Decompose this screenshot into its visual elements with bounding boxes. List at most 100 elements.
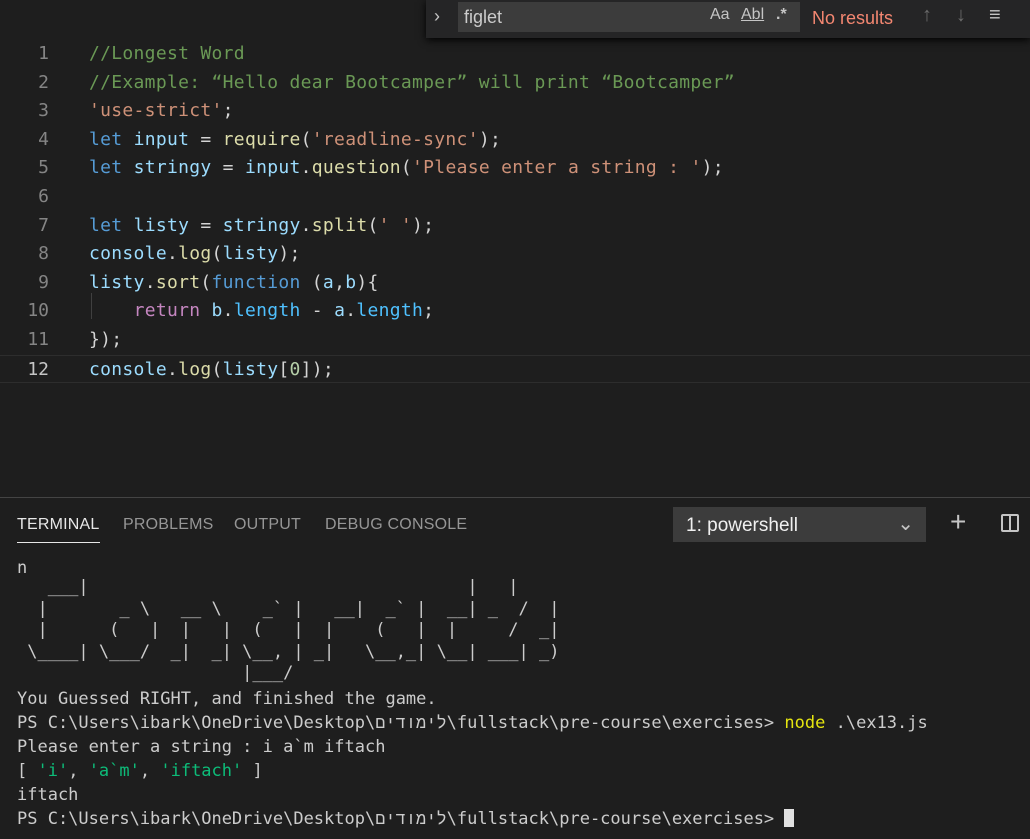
line-number: 6	[38, 186, 49, 207]
code-line[interactable]: 1 //Longest Word	[0, 40, 1030, 68]
code-token: .	[345, 300, 357, 322]
code-token: (	[211, 358, 223, 380]
arrow-up-icon[interactable]: ↑	[922, 4, 932, 27]
code-token: .	[144, 271, 156, 293]
command-node: node	[784, 712, 826, 733]
line-number: 2	[38, 71, 49, 93]
split-icon[interactable]	[1001, 514, 1019, 532]
code-token: listy	[222, 358, 279, 380]
code-token: length	[356, 300, 424, 322]
code-token: );	[478, 128, 502, 150]
code-line[interactable]: 7 let listy = stringy.split(' ');	[0, 212, 1030, 240]
code-line[interactable]: 8 console.log(listy);	[0, 240, 1030, 268]
code-token: (	[367, 214, 379, 236]
menu-icon[interactable]: ≡	[989, 4, 1001, 27]
code-token: 0	[289, 358, 301, 380]
code-token: =	[211, 157, 245, 179]
code-line[interactable]: 4 let input = require('readline-sync');	[0, 126, 1030, 154]
code-token: require	[222, 128, 301, 150]
code-token: (	[211, 243, 223, 265]
code-token: ;	[423, 300, 435, 322]
line-number: 10	[27, 300, 49, 322]
terminal-line: Please enter a string : i a`m iftach	[17, 736, 386, 757]
code-text: listy.sort(function (a,b){	[89, 272, 379, 293]
code-token: (	[200, 271, 212, 293]
code-line[interactable]: 10 return b.length - a.length;	[0, 297, 1030, 325]
code-token: //Longest Word	[89, 43, 245, 64]
code-token: console	[89, 358, 167, 380]
tab-output[interactable]: OUTPUT	[234, 516, 301, 534]
code-text: console.log(listy[0]);	[89, 359, 334, 380]
line-number: 11	[27, 329, 49, 350]
terminal-prompt: PS C:\Users\ibark\OneDrive\Desktop\לימוד…	[17, 711, 1030, 735]
code-token: b	[211, 300, 223, 322]
tab-problems[interactable]: PROBLEMS	[123, 516, 214, 534]
code-token: listy	[89, 271, 145, 293]
terminal-cursor	[784, 808, 795, 827]
chevron-down-icon: ⌄	[897, 513, 914, 535]
find-status: No results	[812, 8, 894, 28]
code-token: input	[133, 128, 190, 150]
code-token: =	[189, 128, 223, 150]
code-token: a	[334, 300, 346, 322]
figlet-line: | ( | | | ( | | ( | | / _|	[17, 620, 560, 640]
figlet-line: | _ \ __ \ _` | __| _` | __| _ / |	[17, 598, 560, 619]
terminal-line: iftach	[17, 784, 79, 805]
code-token: stringy	[133, 157, 212, 179]
code-token: stringy	[222, 214, 301, 236]
code-line[interactable]: 5 let stringy = input.question('Please en…	[0, 154, 1030, 182]
code-token: (	[300, 271, 323, 293]
code-line[interactable]: 9 listy.sort(function (a,b){	[0, 269, 1030, 297]
code-editor[interactable]: 1 //Longest Word 2 //Example: “Hello dear B…	[0, 0, 1030, 497]
line-number: 5	[38, 157, 49, 179]
code-text: });	[89, 329, 122, 350]
code-text: //Example: “Hello dear Bootcamper” will …	[89, 72, 735, 93]
code-token: //Example: “Hello dear Bootcamper” will …	[89, 71, 735, 93]
command-arg: .\ex13.js	[835, 712, 928, 733]
match-case-icon[interactable]: Aa	[710, 6, 730, 24]
code-token: log	[178, 243, 212, 265]
code-line[interactable]: 2 //Example: “Hello dear Bootcamper” will…	[0, 69, 1030, 97]
code-token: );	[412, 214, 435, 236]
code-token: function	[211, 271, 301, 293]
regex-icon[interactable]: .*	[776, 6, 787, 24]
chevron-right-icon[interactable]: ›	[434, 6, 454, 30]
code-line[interactable]: 3 'use-strict';	[0, 97, 1030, 125]
array-item: 'iftach'	[160, 760, 243, 781]
code-token: console	[89, 243, 167, 265]
code-line[interactable]: 6	[0, 183, 1030, 211]
code-token: length	[233, 300, 301, 322]
code-line[interactable]: 11});	[0, 326, 1030, 354]
code-token: a	[322, 271, 335, 293]
code-token: return	[133, 300, 212, 322]
line-number: 4	[38, 128, 49, 150]
code-token: listy	[222, 243, 279, 265]
code-token: listy	[133, 214, 190, 236]
code-token: (	[400, 157, 413, 179]
code-token: [	[278, 358, 290, 380]
line-number: 8	[38, 243, 49, 265]
code-token: 'Please enter a string : '	[412, 157, 702, 179]
code-line[interactable]: 12 console.log(listy[0]);	[0, 354, 1030, 383]
panel-tabs: TERMINAL PROBLEMS OUTPUT DEBUG CONSOLE	[0, 498, 660, 548]
terminal-line: You Guessed RIGHT, and finished the game…	[17, 688, 437, 709]
terminal-prompt: PS C:\Users\ibark\OneDrive\Desktop\לימוד…	[17, 807, 1030, 831]
whole-word-icon[interactable]: Abl	[741, 6, 764, 24]
code-token: log	[178, 358, 212, 380]
terminal-select[interactable]: 1: powershell ⌄	[673, 507, 926, 542]
code-token: sort	[155, 271, 201, 293]
code-token: );	[278, 243, 301, 265]
array-item: 'a`m'	[88, 760, 140, 781]
arrow-down-icon[interactable]: ↓	[956, 4, 966, 27]
code-text: 'use-strict';	[89, 100, 234, 121]
terminal-output[interactable]: n ___| | | | _ \ __ \ _` | __| _` | __| …	[17, 556, 1030, 831]
code-text: let listy = stringy.split(' ');	[89, 215, 434, 236]
code-token: let	[89, 128, 134, 150]
line-number: 7	[38, 214, 49, 236]
tab-terminal[interactable]: TERMINAL	[17, 516, 100, 543]
code-token: split	[311, 214, 368, 236]
tab-debug-console[interactable]: DEBUG CONSOLE	[325, 516, 467, 534]
plus-icon[interactable]: +	[950, 508, 966, 536]
code-token: ){	[356, 271, 379, 293]
prompt-path: PS C:\Users\ibark\OneDrive\Desktop\לימוד…	[17, 712, 775, 733]
